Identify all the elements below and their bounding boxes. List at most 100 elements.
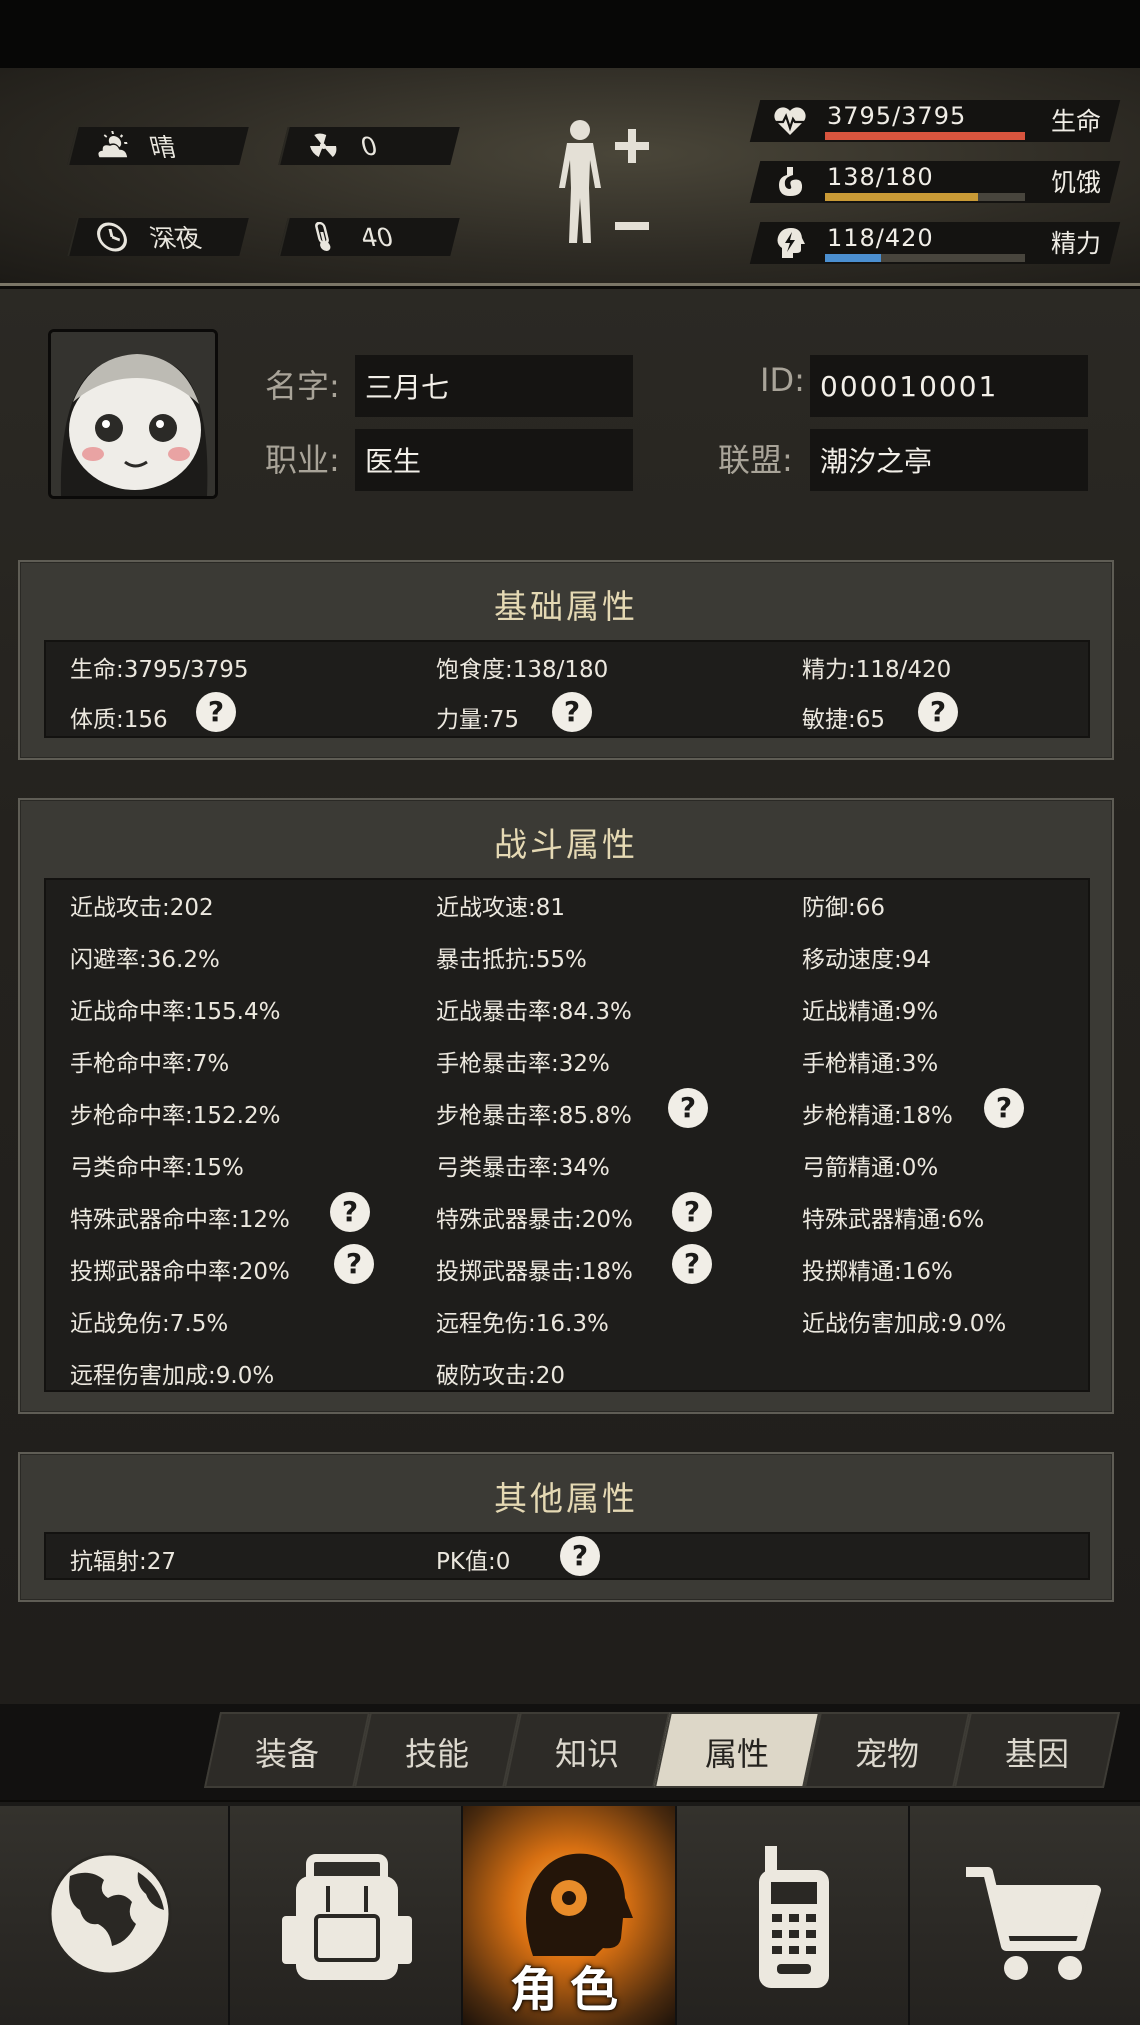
life-bar [825,132,1025,140]
life-value: 3795/3795 [827,102,967,130]
time-chip-content: 深夜 [67,218,204,256]
help-pk-icon[interactable]: ? [560,1536,600,1576]
vital-energy: 118/420 精力 [749,222,1121,264]
stat-special-hit: 特殊武器命中率:12% [70,1207,290,1233]
temperature-chip-content: 40 [278,218,397,256]
stat-move-speed: 移动速度:94 [802,947,932,973]
tab-pets-label: 宠物 [854,1735,919,1773]
name-field: 三月七 [355,355,633,417]
job-field: 医生 [355,429,633,491]
help-agility-icon[interactable]: ? [918,692,958,732]
job-label: 职业: [265,441,340,479]
stat-ranged-reduction: 远程免伤:16.3% [436,1311,609,1337]
stat-bow-mastery: 弓箭精通:0% [802,1155,939,1181]
stat-radiation-resist: 抗辐射:27 [70,1549,177,1575]
cart-icon [966,1867,1101,1980]
vital-hunger: 138/180 饥饿 [749,161,1121,203]
stat-melee-attack: 近战攻击:202 [70,895,214,921]
id-value: 000010001 [820,369,999,403]
combat-attributes-list: 近战攻击:202 近战攻速:81 防御:66 闪避率:36.2% 暴击抵抗:55… [44,878,1090,1392]
clock-icon [97,222,127,252]
minus-icon [615,222,649,230]
stat-pistol-hit: 手枪命中率:7% [70,1051,230,1077]
name-label: 名字: [265,367,340,405]
basic-attributes-section: 基础属性 生命:3795/3795 饱食度:138/180 精力:118/420… [18,560,1114,760]
help-special-crit-icon[interactable]: ? [672,1192,712,1232]
tab-knowledge-label: 知识 [554,1735,619,1773]
stat-dodge: 闪避率:36.2% [70,947,220,973]
stat-special-crit: 特殊武器暴击:20% [436,1207,633,1233]
stat-armor-break: 破防攻击:20 [436,1363,566,1389]
help-strength-icon[interactable]: ? [552,692,592,732]
nav-radio-button[interactable] [677,1806,910,2025]
stat-satiety: 饱食度:138/180 [436,657,609,683]
help-throw-hit-icon[interactable]: ? [334,1244,374,1284]
nav-map-button[interactable] [0,1806,230,2025]
backpack-icon [282,1854,412,1980]
energy-bar [825,254,1025,262]
alliance-value: 潮汐之亭 [820,445,933,478]
body-status-button[interactable] [545,118,665,248]
stat-melee-reduction: 近战免伤:7.5% [70,1311,229,1337]
energy-label: 精力 [1050,229,1101,258]
lightning-head-icon [777,228,805,258]
time-value: 深夜 [146,224,205,253]
life-label: 生命 [1050,107,1101,136]
stat-crit-resist: 暴击抵抗:55% [436,947,587,973]
stat-bow-hit: 弓类命中率:15% [70,1155,244,1181]
basic-attributes-list: 生命:3795/3795 饱食度:138/180 精力:118/420 体质:1… [44,640,1090,738]
stat-throw-hit: 投掷武器命中率:20% [70,1259,290,1285]
help-throw-crit-icon[interactable]: ? [672,1244,712,1284]
stat-special-mastery: 特殊武器精通:6% [802,1207,985,1233]
radiation-chip-content: 0 [278,127,381,165]
other-attributes-section: 其他属性 抗辐射:27 PK值:0 ? [18,1452,1114,1602]
stat-life: 生命:3795/3795 [70,657,249,683]
nav-backpack-button[interactable] [230,1806,463,2025]
name-value: 三月七 [365,371,450,404]
help-special-hit-icon[interactable]: ? [330,1192,370,1232]
help-rifle-mastery-icon[interactable]: ? [984,1088,1024,1128]
basic-attributes-title: 基础属性 [494,587,638,626]
help-constitution-icon[interactable]: ? [196,692,236,732]
tab-equipment-label: 装备 [254,1735,319,1773]
vital-life: 3795/3795 生命 [749,100,1121,142]
radio-icon [759,1846,829,1988]
stat-defense: 防御:66 [802,895,886,921]
alliance-field: 潮汐之亭 [810,429,1088,491]
tab-attributes-label: 属性 [704,1735,769,1773]
stat-pistol-mastery: 手枪精通:3% [802,1051,939,1077]
other-attributes-title: 其他属性 [494,1479,638,1518]
stat-ranged-damage-bonus: 远程伤害加成:9.0% [70,1363,275,1389]
weather-chip-content: 晴 [67,127,179,165]
avatar[interactable] [48,329,218,499]
nav-shop-button[interactable] [910,1806,1140,2025]
stat-throw-crit: 投掷武器暴击:18% [436,1259,633,1285]
stat-agility: 敏捷:65 [802,707,886,733]
help-rifle-crit-icon[interactable]: ? [668,1088,708,1128]
stat-melee-damage-bonus: 近战伤害加成:9.0% [802,1311,1007,1337]
nav-character-label: 角色 [509,1962,630,2018]
tab-genes-label: 基因 [1004,1735,1069,1773]
energy-value: 118/420 [827,224,934,252]
stat-pistol-crit: 手枪暴击率:32% [436,1051,610,1077]
thermometer-icon [315,222,331,251]
job-value: 医生 [365,445,422,478]
stat-melee-crit: 近战暴击率:84.3% [436,999,632,1025]
hunger-bar [825,193,1025,201]
combat-attributes-section: 战斗属性 近战攻击:202 近战攻速:81 防御:66 闪避率:36.2% 暴击… [18,798,1114,1414]
stat-melee-mastery: 近战精通:9% [802,999,939,1025]
plus-icon [615,129,649,163]
stat-energy: 精力:118/420 [802,657,952,683]
stomach-icon [779,167,803,196]
human-figure-icon [559,120,601,243]
id-field: 000010001 [810,355,1088,417]
other-attributes-list: 抗辐射:27 PK值:0 ? [44,1532,1090,1580]
radiation-icon [310,133,337,157]
hunger-value: 138/180 [827,163,934,191]
tab-skills-label: 技能 [404,1735,469,1773]
alliance-label: 联盟: [718,441,793,479]
stat-constitution: 体质:156 [70,707,168,733]
stat-rifle-mastery: 步枪精通:18% [802,1103,953,1129]
stat-bow-crit: 弓类暴击率:34% [436,1155,610,1181]
stat-melee-hit: 近战命中率:155.4% [70,999,281,1025]
